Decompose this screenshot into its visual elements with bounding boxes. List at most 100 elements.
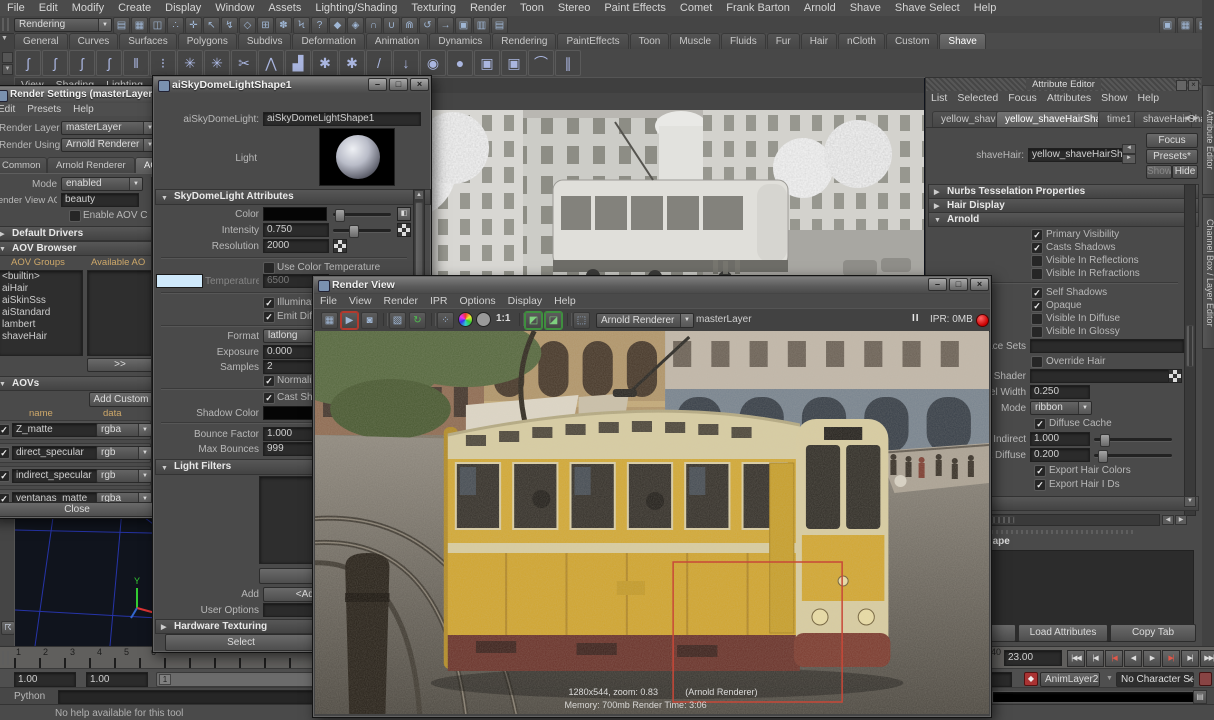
statusline-icon[interactable]: ◆ <box>329 17 346 34</box>
statusline-icon[interactable]: ∩ <box>365 17 382 34</box>
menubar-item[interactable]: Arnold <box>797 0 843 16</box>
maximize-icon[interactable]: □ <box>949 278 968 291</box>
section-skydome-attributes[interactable]: ▼SkyDomeLight Attributes <box>155 189 431 205</box>
shelf-tab[interactable]: Deformation <box>292 33 364 49</box>
menubar-item[interactable]: Render <box>463 0 513 16</box>
minimize-icon[interactable]: – <box>928 278 947 291</box>
rv-menu-item[interactable]: Render <box>378 294 424 308</box>
aov-name-field[interactable]: direct_specular <box>12 446 98 460</box>
tool-icon[interactable]: ☈ <box>1 621 15 635</box>
rv-menu-item[interactable]: File <box>314 294 343 308</box>
statusline-icon[interactable]: ↺ <box>419 17 436 34</box>
section-aovs[interactable]: ▼AOVs <box>0 376 169 391</box>
ae-tab-active[interactable]: yellow_shaveHairShape <box>996 111 1102 127</box>
menu-set-dropdown[interactable]: Rendering▼ <box>14 18 112 32</box>
checkbox[interactable]: ✓ <box>1031 229 1043 241</box>
minimize-icon[interactable]: – <box>368 78 387 91</box>
aov-group-item[interactable]: <builtin> <box>0 271 82 283</box>
section-nurbs-tesselation[interactable]: ▶Nurbs Tesselation Properties <box>928 184 1199 199</box>
shelf-icon[interactable]: ʃ <box>42 50 68 76</box>
shelf-icon[interactable]: ✂ <box>231 50 257 76</box>
menubar-item[interactable]: Help <box>967 0 1004 16</box>
intensity-field[interactable]: 0.750 <box>263 223 329 237</box>
range-start-field[interactable]: 1.00 <box>14 672 76 687</box>
statusline-icon[interactable]: ⋒ <box>401 17 418 34</box>
undock-icon[interactable] <box>1176 80 1187 91</box>
cast-shadows-checkbox[interactable]: ✓ <box>263 392 275 404</box>
aov-group-item[interactable]: aiHair <box>0 283 82 295</box>
stop-ipr-icon[interactable] <box>976 314 989 327</box>
shelf-tab[interactable]: Muscle <box>670 33 720 49</box>
pause-ipr-icon[interactable]: II <box>912 313 920 324</box>
shelf-icon[interactable]: ‖ <box>123 50 149 76</box>
enable-aov-checkbox[interactable] <box>69 210 81 222</box>
render-settings-window[interactable]: Render Settings (masterLayer) EditPreset… <box>0 85 164 519</box>
close-button[interactable]: Close <box>0 502 161 517</box>
playback-button[interactable]: ◀ <box>1124 650 1142 667</box>
one-to-one-icon[interactable]: 1:1 <box>496 313 510 324</box>
statusline-icon[interactable]: ↖ <box>203 17 220 34</box>
statusline-icon[interactable]: ▥ <box>473 17 490 34</box>
shelf-tab[interactable]: Curves <box>69 33 119 49</box>
aov-row[interactable]: ✓ Z_matte rgba▼ <box>0 420 151 440</box>
snapshot-icon[interactable]: ◙ <box>361 312 378 329</box>
close-icon[interactable]: × <box>410 78 429 91</box>
render-view-titlebar[interactable]: Render View <box>314 277 990 293</box>
ae-tab[interactable]: yellow_shaveHair <box>932 111 1000 127</box>
statusline-icon[interactable]: ▣ <box>455 17 472 34</box>
ae-menu-item[interactable]: Attributes <box>1042 91 1096 105</box>
aov-name-field[interactable]: indirect_specular <box>12 469 98 483</box>
close-icon[interactable]: × <box>1188 80 1199 91</box>
auto-keyframe-icon[interactable]: ◆ <box>1024 672 1038 686</box>
shelf-icon[interactable]: ▟ <box>285 50 311 76</box>
shelf-tab[interactable]: nCloth <box>838 33 885 49</box>
aov-row[interactable]: ✓ direct_specular rgb▼ <box>0 443 151 463</box>
shelf-tab[interactable]: PaintEffects <box>557 33 628 49</box>
scroll-down-icon[interactable]: ▼ <box>1184 496 1196 507</box>
intensity-slider[interactable] <box>333 229 391 232</box>
menubar-item[interactable]: Window <box>208 0 261 16</box>
shelf-icon[interactable]: ʃ <box>15 50 41 76</box>
playback-button[interactable]: |◀ <box>1086 650 1104 667</box>
shelf-icon[interactable]: ✱ <box>339 50 365 76</box>
shavehair-field[interactable]: yellow_shaveHairShape <box>1028 148 1124 162</box>
rv-menu-item[interactable]: View <box>343 294 378 308</box>
rs-tab-common[interactable]: Common <box>0 157 47 173</box>
statusline-icon[interactable]: ◈ <box>347 17 364 34</box>
override-hair-checkbox[interactable] <box>1031 356 1043 368</box>
texture-map-icon[interactable] <box>1168 369 1182 383</box>
color-slider[interactable] <box>333 213 391 216</box>
scroll-up-icon[interactable]: ▲ <box>415 191 423 199</box>
statusline-icon[interactable]: ✛ <box>185 17 202 34</box>
shelf-tab[interactable]: Shave <box>939 33 985 49</box>
rs-menu-item[interactable]: Presets <box>21 103 67 116</box>
render-image[interactable]: 1280x544, zoom: 0.83 (Arnold Renderer) M… <box>315 331 989 714</box>
statusline-icon[interactable]: ▤ <box>491 17 508 34</box>
checkbox[interactable] <box>1031 313 1043 325</box>
rv-menu-item[interactable]: IPR <box>424 294 454 308</box>
rs-tab-arnold[interactable]: Arnold Renderer <box>47 157 135 173</box>
menubar-item[interactable]: Shave Select <box>888 0 967 16</box>
ae-menu-item[interactable]: Help <box>1132 91 1164 105</box>
render-layer-dropdown[interactable]: masterLayer▼ <box>61 121 157 135</box>
rs-menu-item[interactable]: Help <box>67 103 100 116</box>
statusline-icon[interactable]: ∴ <box>167 17 184 34</box>
indirect-diffuse-field[interactable]: 0.200 <box>1030 448 1090 462</box>
timeline-handle[interactable] <box>2 651 11 665</box>
checkbox[interactable] <box>1031 268 1043 280</box>
ae-scrollbar[interactable] <box>1184 184 1196 516</box>
select-node-icon[interactable]: ◄ <box>1122 144 1136 154</box>
aov-data-dropdown[interactable]: rgb▼ <box>96 469 152 483</box>
aov-row[interactable]: ✓ indirect_specular rgb▼ <box>0 466 151 486</box>
statusline-icon[interactable]: ◇ <box>239 17 256 34</box>
statusline-icon[interactable]: ? <box>311 17 328 34</box>
shelf-icon[interactable]: ✱ <box>312 50 338 76</box>
shelf-tab[interactable]: Hair <box>801 33 837 49</box>
shelf-icon[interactable]: ∥ <box>555 50 581 76</box>
menubar-item[interactable]: Frank Barton <box>719 0 797 16</box>
shelf-tab[interactable]: Toon <box>630 33 670 49</box>
attribute-editor-title[interactable]: Attribute Editor × <box>926 78 1201 91</box>
command-language-label[interactable]: Python <box>14 690 45 703</box>
focus-button[interactable]: Focus <box>1146 133 1198 148</box>
expand-node-icon[interactable]: ► <box>1122 154 1136 164</box>
